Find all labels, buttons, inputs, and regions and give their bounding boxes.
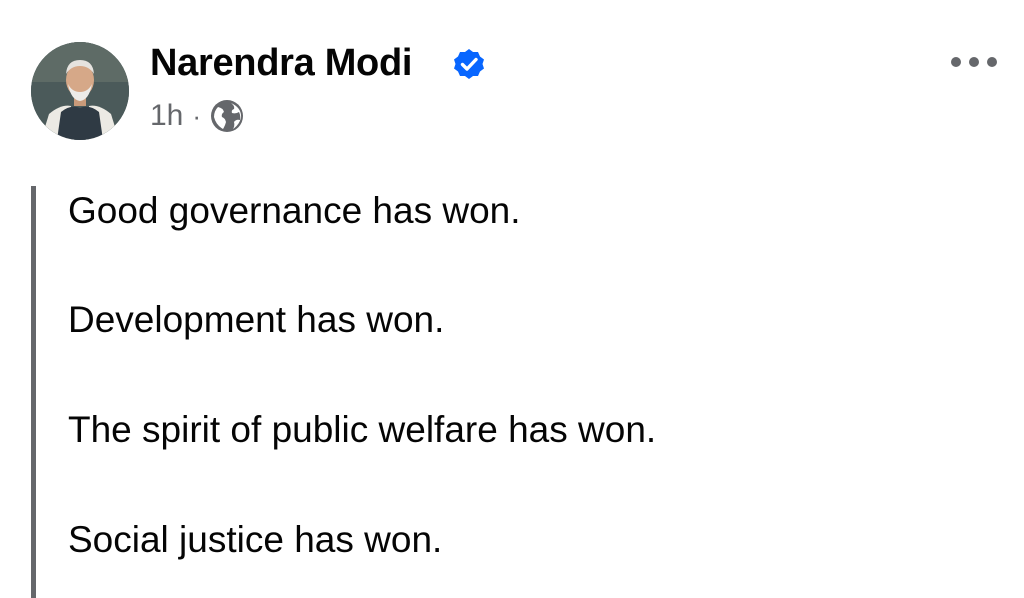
quote-bar (31, 186, 36, 598)
post-text-line: The spirit of public welfare has won. (68, 409, 657, 450)
post-text-line: Social justice has won. (68, 519, 443, 560)
meta-separator: · (192, 100, 202, 131)
post-meta: 1h · (150, 96, 245, 136)
post-text-line: Development has won. (68, 299, 445, 340)
author-name[interactable]: Narendra Modi (150, 40, 412, 86)
facebook-post: Narendra Modi 1h · Good governance has w… (0, 0, 1024, 598)
verified-badge-icon (454, 49, 484, 79)
author-avatar[interactable] (31, 42, 129, 140)
post-text-line: Good governance has won. (68, 190, 521, 231)
more-options-icon[interactable] (948, 53, 1000, 71)
avatar-photo-icon (31, 42, 129, 140)
post-timestamp[interactable]: 1h (150, 99, 183, 133)
globe-icon[interactable] (209, 98, 245, 134)
